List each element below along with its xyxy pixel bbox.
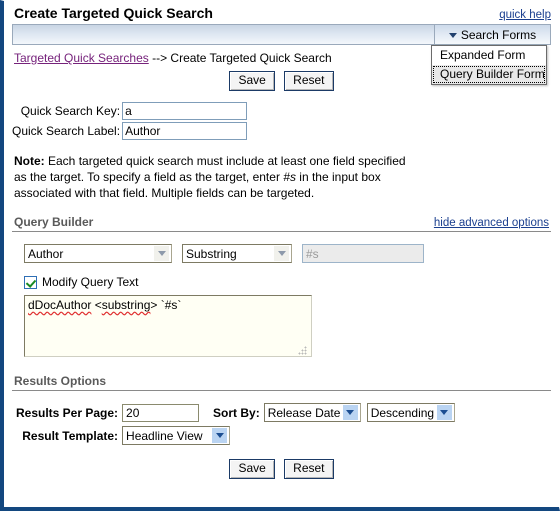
modify-query-text-label: Modify Query Text — [42, 275, 139, 289]
menu-item-expanded-form[interactable]: Expanded Form — [432, 46, 546, 65]
result-template-select[interactable]: Headline View — [122, 426, 231, 445]
results-options-table: Results Per Page: Sort By: Release Date … — [16, 401, 455, 447]
breadcrumb-current: Create Targeted Quick Search — [170, 51, 332, 65]
sort-direction-select-value: Descending — [370, 405, 435, 420]
reset-button-bottom[interactable]: Reset — [284, 459, 334, 479]
note-paragraph: Note: Each targeted quick search must in… — [14, 153, 414, 201]
menu-item-query-builder-form[interactable]: Query Builder Form — [432, 65, 546, 84]
query-text-textarea[interactable]: dDocAuthor <substring> `#s` — [24, 295, 312, 357]
save-button-bottom[interactable]: Save — [229, 459, 275, 479]
page-title: Create Targeted Quick Search — [14, 5, 213, 21]
quick-search-label-input[interactable] — [122, 122, 248, 140]
search-forms-button-label: Search Forms — [460, 27, 537, 42]
save-button-top[interactable]: Save — [229, 71, 275, 91]
chevron-down-icon — [212, 428, 228, 443]
results-options-section-header: Results Options — [12, 374, 551, 391]
quick-search-label-cell — [122, 121, 248, 141]
search-input[interactable] — [12, 24, 434, 45]
query-field-select[interactable]: Author — [24, 244, 172, 263]
quick-search-key-input[interactable] — [122, 102, 248, 120]
quick-search-key-cell — [122, 101, 248, 121]
search-bar-row: Search Forms Expanded Form Query Builder… — [12, 24, 551, 85]
results-per-page-cell — [122, 401, 200, 424]
resize-grip-icon[interactable] — [298, 346, 307, 355]
result-template-select-value: Headline View — [126, 428, 203, 443]
quick-search-fields: Quick Search Key: Quick Search Label: — [12, 101, 248, 141]
results-per-page-input[interactable] — [122, 403, 200, 422]
result-template-cell: Headline View — [122, 424, 455, 447]
result-template-label: Result Template: — [22, 428, 119, 443]
note-prefix: Note: — [14, 154, 45, 168]
window-content: Create Targeted Quick Search quick help … — [4, 1, 559, 507]
query-builder-section-header: Query Builder hide advanced options — [12, 215, 551, 232]
sort-by-select-value: Release Date — [267, 405, 341, 420]
query-builder-title: Query Builder — [14, 215, 94, 229]
results-per-page-row: Results Per Page: Sort By: Release Date … — [16, 401, 455, 424]
breadcrumb-link-targeted-quick-searches[interactable]: Targeted Quick Searches — [14, 51, 149, 65]
quick-search-key-row: Quick Search Key: — [12, 101, 248, 121]
breadcrumb-separator: --> — [148, 51, 171, 65]
sort-by-cell: Release Date Descending — [263, 401, 455, 424]
quick-help-link[interactable]: quick help — [499, 9, 551, 21]
note-token: #s — [283, 170, 296, 184]
query-text-wrapper: dDocAuthor <substring> `#s` dDocAuthor <… — [24, 295, 312, 360]
query-operator-select[interactable]: Substring — [182, 244, 292, 263]
quick-search-label-row: Quick Search Label: — [12, 121, 248, 141]
result-template-row: Result Template: Headline View — [16, 424, 455, 447]
search-forms-button[interactable]: Search Forms — [434, 24, 551, 45]
chevron-down-icon — [274, 246, 289, 261]
application-window: Create Targeted Quick Search quick help … — [0, 0, 560, 511]
quick-search-key-label: Quick Search Key: — [20, 104, 121, 118]
chevron-down-icon — [154, 246, 169, 261]
quick-search-label-label: Quick Search Label: — [12, 124, 121, 138]
sort-direction-select[interactable]: Descending — [366, 403, 455, 422]
query-builder-row: Author Substring — [24, 244, 551, 263]
results-per-page-label: Results Per Page: — [16, 405, 119, 420]
query-field-select-value: Author — [28, 246, 64, 261]
sort-by-select[interactable]: Release Date — [263, 403, 361, 422]
chevron-down-icon — [436, 405, 452, 420]
chevron-down-icon — [448, 33, 457, 38]
hide-advanced-options-link[interactable]: hide advanced options — [434, 217, 549, 229]
modify-query-text-row[interactable]: Modify Query Text — [24, 275, 551, 289]
sort-by-label: Sort By: — [213, 405, 260, 420]
chevron-down-icon — [342, 405, 358, 420]
results-options-title: Results Options — [14, 374, 107, 388]
query-value-input[interactable] — [302, 244, 424, 263]
modify-query-text-checkbox[interactable] — [24, 275, 37, 289]
page-header: Create Targeted Quick Search quick help — [12, 1, 551, 24]
reset-button-top[interactable]: Reset — [284, 71, 334, 91]
bottom-button-row: Save Reset — [12, 459, 551, 479]
search-forms-dropdown-menu: Expanded Form Query Builder Form — [431, 45, 547, 85]
query-operator-select-value: Substring — [186, 246, 237, 261]
